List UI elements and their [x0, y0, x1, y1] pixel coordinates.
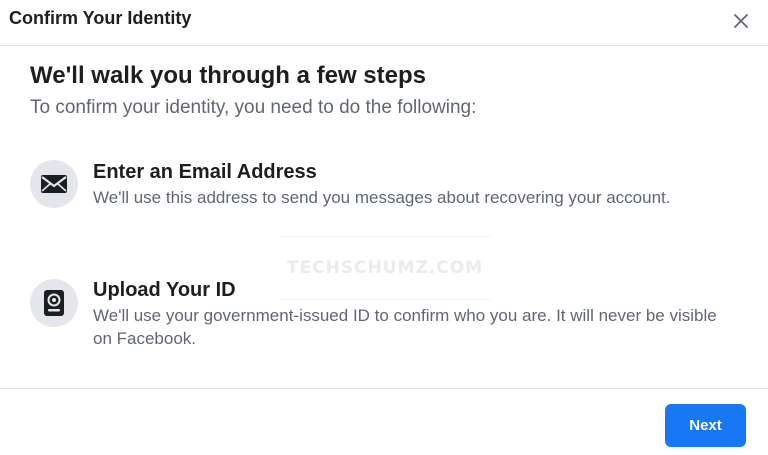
dialog-subheading: To confirm your identity, you need to do… [30, 97, 477, 118]
watermark: TECHSCHUMZ.COM [280, 236, 490, 300]
dialog-header: Confirm Your Identity [0, 0, 768, 46]
step-id-title: Upload Your ID [93, 279, 236, 301]
step-email-description: We'll use this address to send you messa… [93, 188, 671, 207]
close-icon [734, 14, 748, 28]
dialog-heading: We'll walk you through a few steps [30, 62, 426, 89]
next-button[interactable]: Next [665, 404, 746, 447]
step-email-title: Enter an Email Address [93, 161, 317, 183]
id-card-icon [30, 279, 78, 327]
close-button[interactable] [726, 6, 756, 36]
confirm-identity-dialog: Confirm Your Identity We'll walk you thr… [0, 0, 768, 455]
step-id-description: We'll use your government-issued ID to c… [93, 306, 717, 348]
footer-divider [0, 388, 768, 389]
envelope-icon [30, 160, 78, 208]
dialog-title: Confirm Your Identity [9, 8, 192, 28]
